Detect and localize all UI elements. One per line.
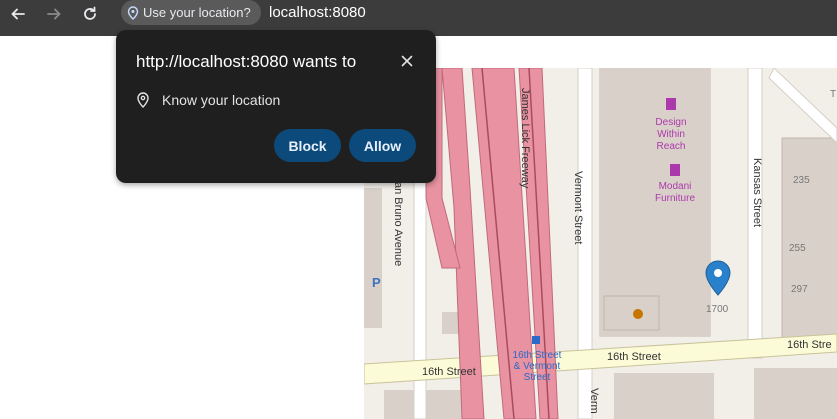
permission-label: Know your location <box>162 92 281 108</box>
poi-label-line-3: Reach <box>657 141 686 152</box>
house-number: 297 <box>791 284 808 295</box>
allow-button[interactable]: Allow <box>349 129 416 162</box>
poi-label-line-1: Modani <box>659 181 692 192</box>
furniture-icon <box>666 98 676 110</box>
street-label-vermont-bottom: Verm <box>588 388 600 414</box>
poi-label-line-2: Furniture <box>655 193 695 204</box>
street-label-16th-mid: 16th Street <box>607 351 661 363</box>
poi-label-line-1: 16th Street <box>513 350 562 361</box>
location-permission-chip[interactable]: Use your location? <box>121 0 261 25</box>
arrow-left-icon <box>11 8 25 20</box>
block-button[interactable]: Block <box>274 129 341 162</box>
reload-icon <box>84 6 96 20</box>
location-permission-popup: http://localhost:8080 wants to Know your… <box>116 30 436 183</box>
forward-button[interactable] <box>40 2 68 26</box>
poi-label-line-3: Street <box>524 372 551 383</box>
bus-stop-icon <box>532 336 540 344</box>
poi-label-line-2: Within <box>657 129 685 140</box>
house-number: 255 <box>789 243 806 254</box>
furniture-icon <box>670 164 680 176</box>
permission-row: Know your location <box>136 92 280 108</box>
poi-label-line-2: & Vermont <box>514 361 561 372</box>
street-label-16th-left: 16th Street <box>422 366 476 378</box>
location-chip-label: Use your location? <box>143 5 251 20</box>
house-number: 1700 <box>706 304 729 315</box>
fast-food-icon <box>633 309 643 319</box>
location-pin-icon <box>127 5 139 20</box>
parking-label: P <box>372 275 381 290</box>
popup-title: http://localhost:8080 wants to <box>136 52 357 71</box>
reload-button[interactable] <box>76 2 104 26</box>
location-pin-icon <box>137 92 149 108</box>
street-label-kansas: Kansas Street <box>751 158 763 227</box>
street-label-san-bruno: an Bruno Avenue <box>392 182 404 266</box>
house-number: 235 <box>793 175 810 186</box>
back-button[interactable] <box>4 2 32 26</box>
street-label-james-lick: James Lick Freeway <box>519 88 531 189</box>
close-button[interactable] <box>396 50 418 72</box>
address-bar[interactable]: localhost:8080 <box>269 4 366 21</box>
street-label-16th-right: 16th Stre <box>787 339 832 351</box>
house-number: T <box>830 89 836 100</box>
street-label-vermont: Vermont Street <box>572 171 584 244</box>
arrow-right-icon <box>47 8 61 20</box>
poi-label-line-1: Design <box>655 117 686 128</box>
close-icon <box>401 55 413 67</box>
